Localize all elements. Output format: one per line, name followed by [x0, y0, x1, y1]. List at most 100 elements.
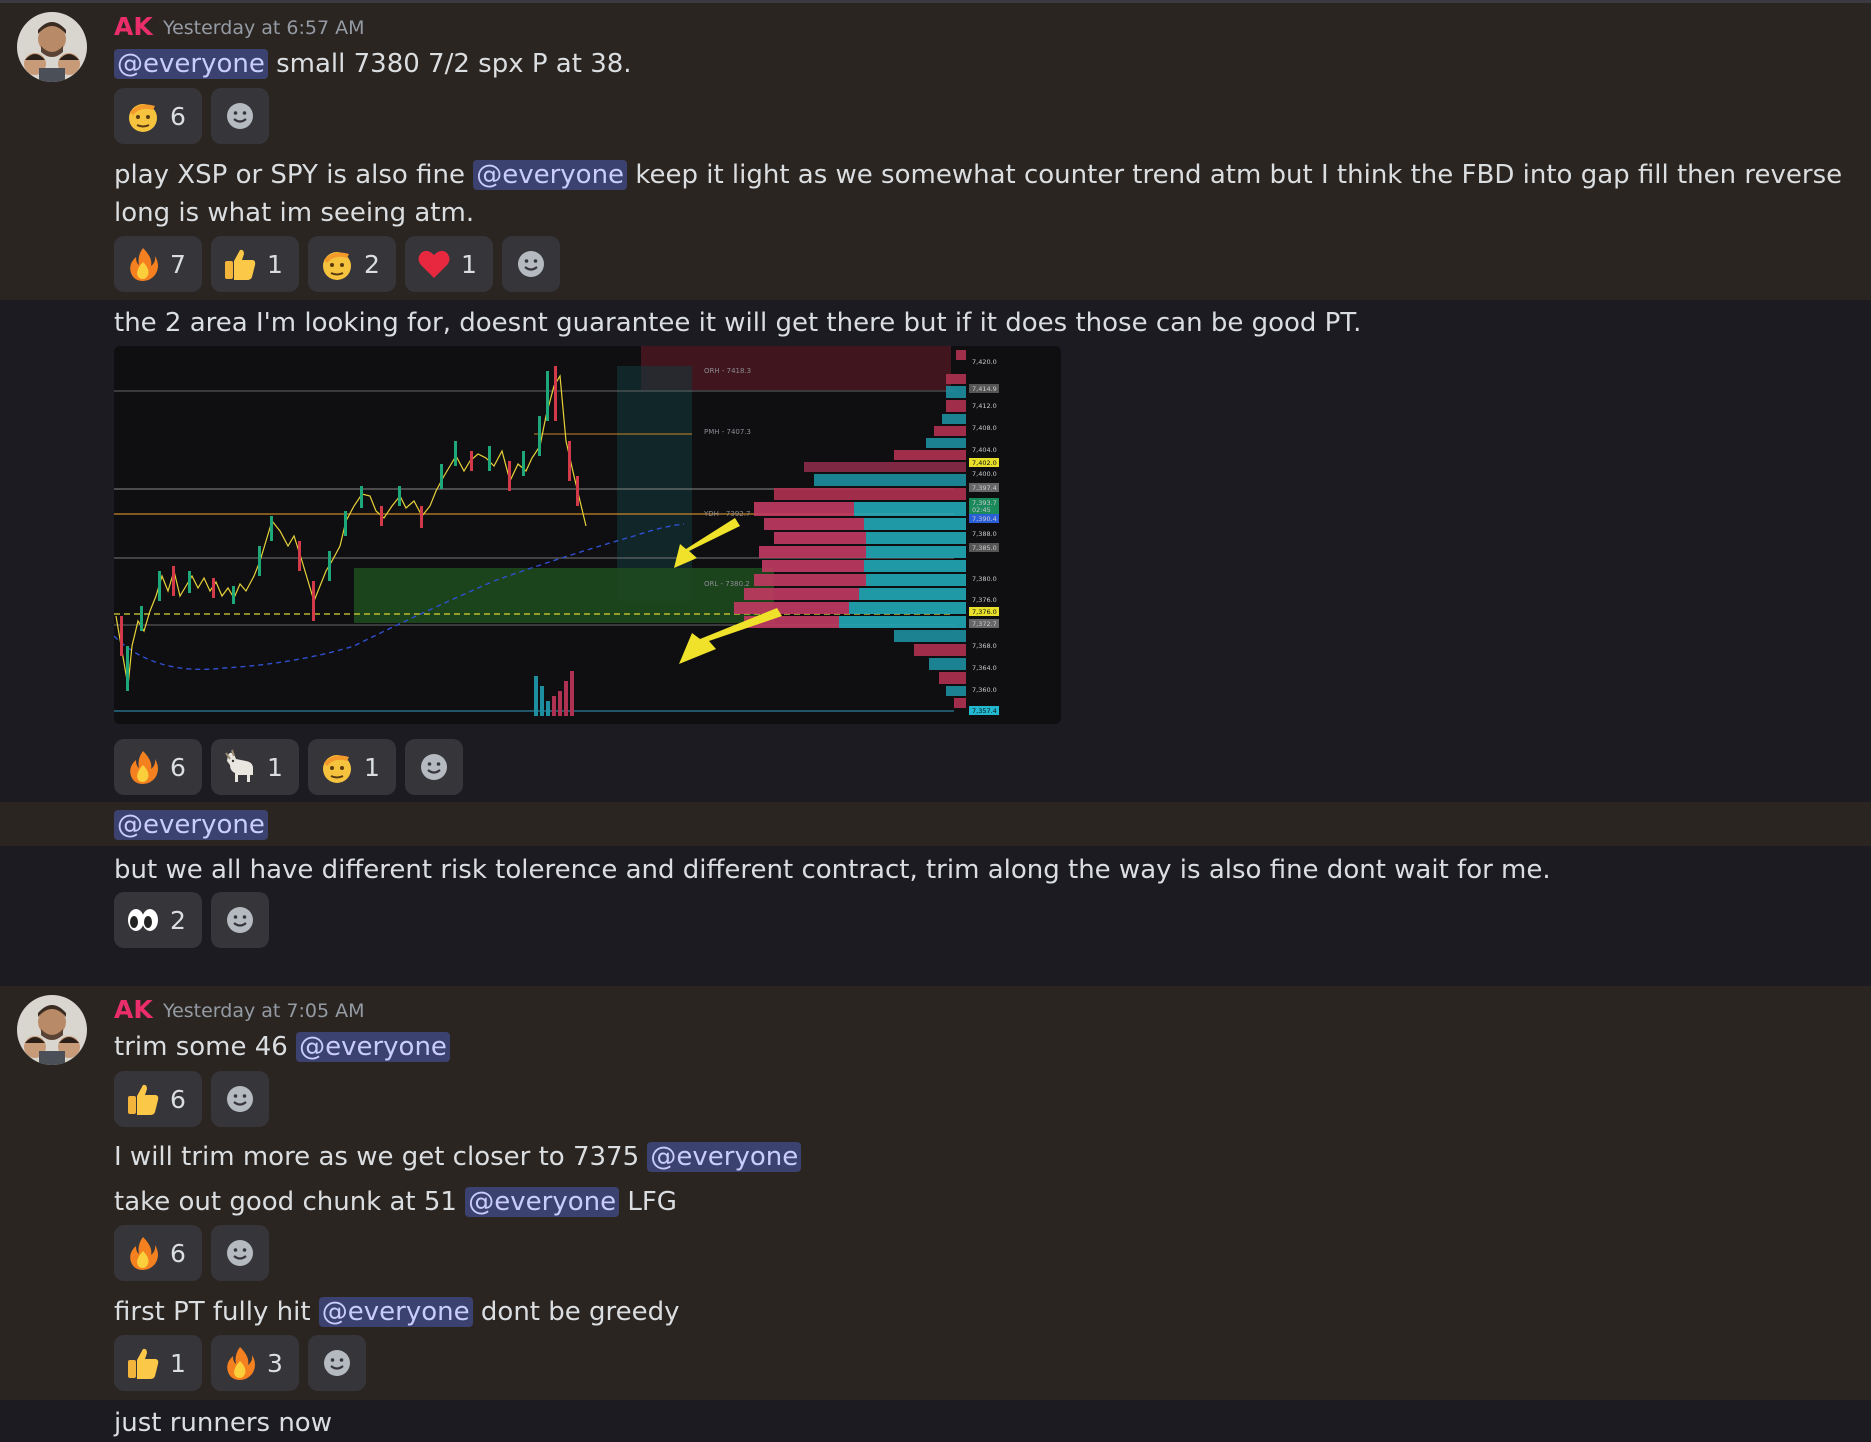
smiley-icon [227, 907, 253, 933]
timestamp[interactable]: Yesterday at 7:05 AM [163, 1000, 365, 1022]
thumbs-up-icon [124, 1080, 162, 1118]
reaction-button[interactable]: 1 [211, 739, 299, 795]
reaction-button[interactable]: 6 [114, 1225, 202, 1281]
mention[interactable]: @everyone [114, 810, 268, 840]
chart-image-attachment[interactable]: ORH - 7418.3 PMH - 7407.3 YDH - 7392.7 O… [114, 346, 1061, 724]
reaction-button[interactable]: 6 [114, 88, 202, 144]
thumbs-up-icon [124, 1344, 162, 1382]
svg-text:7,388.0: 7,388.0 [972, 530, 997, 538]
svg-text:7,412.0: 7,412.0 [972, 402, 997, 410]
message-text: just runners now [114, 1408, 332, 1438]
smiley-icon [324, 1350, 350, 1376]
reaction-count: 6 [170, 1238, 186, 1268]
svg-text:7,400.0: 7,400.0 [972, 470, 997, 478]
avatar[interactable] [17, 995, 87, 1065]
avatar[interactable] [17, 12, 87, 82]
fire-icon [124, 1234, 162, 1272]
reaction-bar: 1 3 [114, 1335, 366, 1391]
mention[interactable]: @everyone [473, 160, 628, 190]
svg-text:7,397.4: 7,397.4 [972, 484, 997, 492]
add-reaction-button[interactable] [211, 1071, 269, 1127]
message-text: take out good chunk at 51 @everyone LFG [114, 1183, 677, 1221]
candle-bars [120, 366, 579, 691]
reaction-button[interactable]: 6 [114, 739, 202, 795]
message-text: first PT fully hit @everyone dont be gre… [114, 1293, 680, 1331]
add-reaction-button[interactable] [211, 88, 269, 144]
reaction-bar: 6 1 1 [114, 739, 463, 795]
message-highlight-mention [0, 802, 1871, 846]
reaction-button[interactable]: 1 [211, 236, 299, 292]
reaction-count: 7 [170, 249, 186, 279]
volume-bars [534, 671, 574, 716]
message-text-part: dont be greedy [472, 1297, 680, 1327]
red-heart-icon [415, 245, 453, 283]
timestamp[interactable]: Yesterday at 6:57 AM [163, 17, 365, 39]
add-reaction-button[interactable] [405, 739, 463, 795]
reaction-bar: 2 [114, 892, 269, 948]
reaction-button[interactable]: 1 [405, 236, 493, 292]
message-text-part: I will trim more as we get closer to 737… [114, 1142, 648, 1172]
svg-text:7,376.0: 7,376.0 [972, 608, 997, 616]
smiley-icon [227, 1240, 253, 1266]
svg-text:02:45: 02:45 [972, 506, 991, 514]
reaction-button[interactable]: 2 [114, 892, 202, 948]
reaction-count: 1 [267, 249, 283, 279]
mention[interactable]: @everyone [114, 49, 268, 79]
smiley-icon [518, 251, 544, 277]
support-zone [354, 568, 774, 623]
svg-text:7,364.0: 7,364.0 [972, 664, 997, 672]
svg-text:7,420.0: 7,420.0 [972, 358, 997, 366]
reaction-button[interactable]: 1 [114, 1335, 202, 1391]
mention[interactable]: @everyone [465, 1187, 620, 1217]
goat-icon [221, 748, 259, 786]
reaction-button[interactable]: 3 [211, 1335, 299, 1391]
reaction-count: 1 [461, 249, 477, 279]
message-text-part: first PT fully hit [114, 1297, 319, 1327]
add-reaction-button[interactable] [502, 236, 560, 292]
svg-text:7,390.4: 7,390.4 [972, 515, 997, 523]
reaction-button[interactable]: 6 [114, 1071, 202, 1127]
add-reaction-button[interactable] [211, 892, 269, 948]
svg-text:7,372.7: 7,372.7 [972, 620, 997, 628]
reaction-bar: 6 [114, 88, 269, 144]
reaction-count: 1 [267, 752, 283, 782]
reaction-count: 6 [170, 101, 186, 131]
reaction-count: 6 [170, 752, 186, 782]
level-label: ORL - 7380.2 [704, 580, 750, 588]
reaction-bar: 7 1 2 1 [114, 236, 560, 292]
message-text: I will trim more as we get closer to 737… [114, 1138, 802, 1176]
reaction-button[interactable]: 7 [114, 236, 202, 292]
reaction-button[interactable]: 1 [308, 739, 396, 795]
message-text-part: small 7380 7/2 spx P at 38. [267, 49, 632, 79]
saluting-face-icon [318, 748, 356, 786]
message-text-part: LFG [619, 1187, 677, 1217]
svg-text:7,414.9: 7,414.9 [972, 385, 997, 393]
reaction-bar: 6 [114, 1225, 269, 1281]
reaction-bar: 6 [114, 1071, 269, 1127]
smiley-icon [227, 103, 253, 129]
mention[interactable]: @everyone [318, 1297, 473, 1327]
reaction-count: 6 [170, 1084, 186, 1114]
fire-icon [124, 245, 162, 283]
saluting-face-icon [318, 245, 356, 283]
message-text: @everyone [114, 806, 268, 844]
svg-text:7,408.0: 7,408.0 [972, 424, 997, 432]
add-reaction-button[interactable] [211, 1225, 269, 1281]
username[interactable]: AK [114, 12, 153, 41]
message-text-part: take out good chunk at 51 [114, 1187, 466, 1217]
level-label: YDH - 7392.7 [703, 510, 750, 518]
reaction-button[interactable]: 2 [308, 236, 396, 292]
svg-text:7,368.0: 7,368.0 [972, 642, 997, 650]
username[interactable]: AK [114, 995, 153, 1024]
level-label: PMH - 7407.3 [704, 428, 751, 436]
thumbs-up-icon [221, 245, 259, 283]
reaction-count: 3 [267, 1348, 283, 1378]
mention[interactable]: @everyone [647, 1142, 802, 1172]
mention[interactable]: @everyone [296, 1032, 450, 1062]
message-text-part: play XSP or SPY is also fine [114, 160, 474, 190]
reaction-count: 1 [364, 752, 380, 782]
saluting-face-icon [124, 97, 162, 135]
svg-text:7,380.0: 7,380.0 [972, 575, 997, 583]
add-reaction-button[interactable] [308, 1335, 366, 1391]
message-text-part: trim some 46 [114, 1032, 297, 1062]
